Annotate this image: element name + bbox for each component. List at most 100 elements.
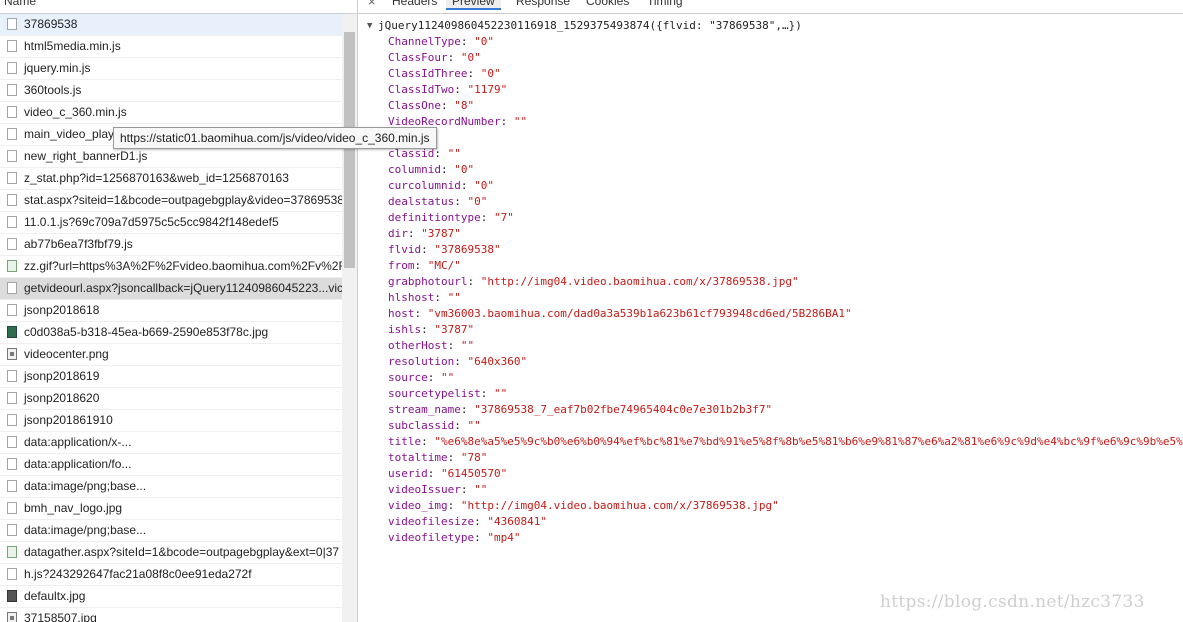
request-row[interactable]: jsonp2018619 — [0, 366, 342, 388]
request-row[interactable]: getvideourl.aspx?jsoncallback=jQuery1124… — [0, 278, 342, 300]
request-row[interactable]: 37869538 — [0, 14, 342, 36]
pane-divider[interactable] — [357, 0, 358, 622]
request-row[interactable]: 360tools.js — [0, 80, 342, 102]
expand-triangle-icon[interactable]: ▼ — [367, 18, 372, 34]
json-key: columnid — [388, 163, 441, 176]
json-key: stream_name — [388, 403, 461, 416]
request-row[interactable]: data:application/x-... — [0, 432, 342, 454]
json-property: totaltime: "78" — [366, 450, 1183, 466]
json-value: "%e6%8e%a5%e5%9c%b0%e6%b0%94%ef%bc%81%e7… — [434, 435, 1183, 448]
json-separator: : — [447, 451, 461, 464]
json-property: source: "" — [366, 370, 1183, 386]
request-row[interactable]: videocenter.png — [0, 344, 342, 366]
json-separator: : — [454, 195, 468, 208]
json-key: ClassOne — [388, 99, 441, 112]
request-name: datagather.aspx?siteId=1&bcode=outpagebg… — [24, 545, 340, 559]
json-property: columnid: "0" — [366, 162, 1183, 178]
json-property: id: "0" — [366, 130, 1183, 146]
json-key: dealstatus — [388, 195, 455, 208]
json-key: ClassFour — [388, 51, 448, 64]
json-key: title — [388, 435, 422, 448]
request-row[interactable]: video_c_360.min.js — [0, 102, 342, 124]
request-name: new_right_bannerD1.js — [24, 149, 148, 163]
json-value: "" — [513, 115, 528, 128]
doc-file-icon — [7, 62, 17, 74]
name-column-header[interactable]: Name — [0, 0, 357, 14]
request-row[interactable]: zz.gif?url=https%3A%2F%2Fvideo.baomihua.… — [0, 256, 342, 278]
request-row[interactable]: c0d038a5-b318-45ea-b669-2590e853f78c.jpg — [0, 322, 342, 344]
doc-file-icon — [7, 128, 17, 140]
json-value: "http://img04.video.baomihua.com/x/37869… — [480, 275, 799, 288]
json-property: subclassid: "" — [366, 418, 1183, 434]
json-preview: ▼ jQuery112409860452230116918_1529375493… — [366, 18, 1183, 546]
doc-file-icon — [7, 414, 17, 426]
request-row[interactable]: z_stat.php?id=1256870163&web_id=12568701… — [0, 168, 342, 190]
request-row[interactable]: jsonp2018620 — [0, 388, 342, 410]
json-separator: : — [427, 371, 441, 384]
json-value: "3787" — [434, 323, 475, 336]
request-row[interactable]: jsonp2018618 — [0, 300, 342, 322]
json-separator: : — [460, 179, 475, 192]
request-row[interactable]: ab77b6ea7f3fbf79.js — [0, 234, 342, 256]
tab-timing[interactable]: Timing — [647, 0, 683, 8]
json-value: "0" — [467, 195, 488, 208]
json-property: ClassIdTwo: "1179" — [366, 82, 1183, 98]
tab-cookies[interactable]: Cookies — [586, 0, 629, 8]
json-property: otherHost: "" — [366, 338, 1183, 354]
request-name: html5media.min.js — [24, 39, 121, 53]
request-row[interactable]: jquery.min.js — [0, 58, 342, 80]
json-root-node[interactable]: ▼ jQuery112409860452230116918_1529375493… — [366, 18, 1183, 34]
doc-file-icon — [7, 568, 17, 580]
json-value: "" — [460, 339, 475, 352]
request-row[interactable]: defaultx.jpg — [0, 586, 342, 608]
json-key: videofiletype — [388, 531, 475, 544]
json-property: userid: "61450570" — [366, 466, 1183, 482]
close-icon[interactable]: × — [368, 0, 376, 9]
doc-file-icon — [7, 392, 17, 404]
json-root-label: jQuery112409860452230116918_152937549387… — [378, 19, 802, 32]
json-separator: : — [434, 291, 448, 304]
json-separator: : — [467, 275, 481, 288]
json-key: ishls — [388, 323, 422, 336]
request-row[interactable]: h.js?243292647fac21a08f8c0ee91eda272f — [0, 564, 342, 586]
doc-file-icon — [7, 194, 17, 206]
request-row[interactable]: jsonp201861910 — [0, 410, 342, 432]
json-value: "1179" — [467, 83, 508, 96]
json-property: videofiletype: "mp4" — [366, 530, 1183, 546]
request-row[interactable]: 37158507.jpg — [0, 608, 342, 622]
request-name: jsonp2018620 — [24, 391, 100, 405]
tab-response[interactable]: Response — [516, 0, 570, 8]
json-value: "37869538" — [434, 243, 501, 256]
json-property: stream_name: "37869538_7_eaf7b02fbe74965… — [366, 402, 1183, 418]
doc-file-icon — [7, 18, 17, 30]
doc-file-icon — [7, 502, 17, 514]
doc-file-icon — [7, 304, 17, 316]
request-row[interactable]: bmh_nav_logo.jpg — [0, 498, 342, 520]
request-row[interactable]: data:application/fo... — [0, 454, 342, 476]
json-separator: : — [440, 163, 455, 176]
request-row[interactable]: stat.aspx?siteid=1&bcode=outpagebgplay&v… — [0, 190, 342, 212]
json-value: "" — [467, 419, 481, 432]
json-key: ClassIdThree — [388, 67, 468, 80]
request-row[interactable]: data:image/png;base... — [0, 520, 342, 542]
json-separator: : — [447, 339, 461, 352]
request-row[interactable]: data:image/png;base... — [0, 476, 342, 498]
tab-preview[interactable]: Preview — [446, 0, 501, 10]
request-row[interactable]: datagather.aspx?siteId=1&bcode=outpagebg… — [0, 542, 342, 564]
request-row[interactable]: 11.0.1.js?69c709a7d5975c5c5cc9842f148ede… — [0, 212, 342, 234]
doc-file-icon — [7, 524, 17, 536]
request-row[interactable]: html5media.min.js — [0, 36, 342, 58]
json-value: "0" — [460, 51, 481, 64]
request-name: 11.0.1.js?69c709a7d5975c5c5cc9842f148ede… — [24, 215, 279, 229]
image-file-icon — [7, 546, 17, 558]
json-value: "MC/" — [427, 259, 461, 272]
request-row[interactable]: new_right_bannerD1.js — [0, 146, 342, 168]
json-key: dir — [388, 227, 408, 240]
tab-headers[interactable]: Headers — [392, 0, 437, 8]
json-separator: : — [474, 531, 488, 544]
scrollbar-thumb[interactable] — [344, 32, 355, 268]
json-key: ChannelType — [388, 35, 461, 48]
request-name: z_stat.php?id=1256870163&web_id=12568701… — [24, 171, 289, 185]
json-key: video_img — [388, 499, 448, 512]
request-name: getvideourl.aspx?jsoncallback=jQuery1124… — [24, 281, 342, 295]
